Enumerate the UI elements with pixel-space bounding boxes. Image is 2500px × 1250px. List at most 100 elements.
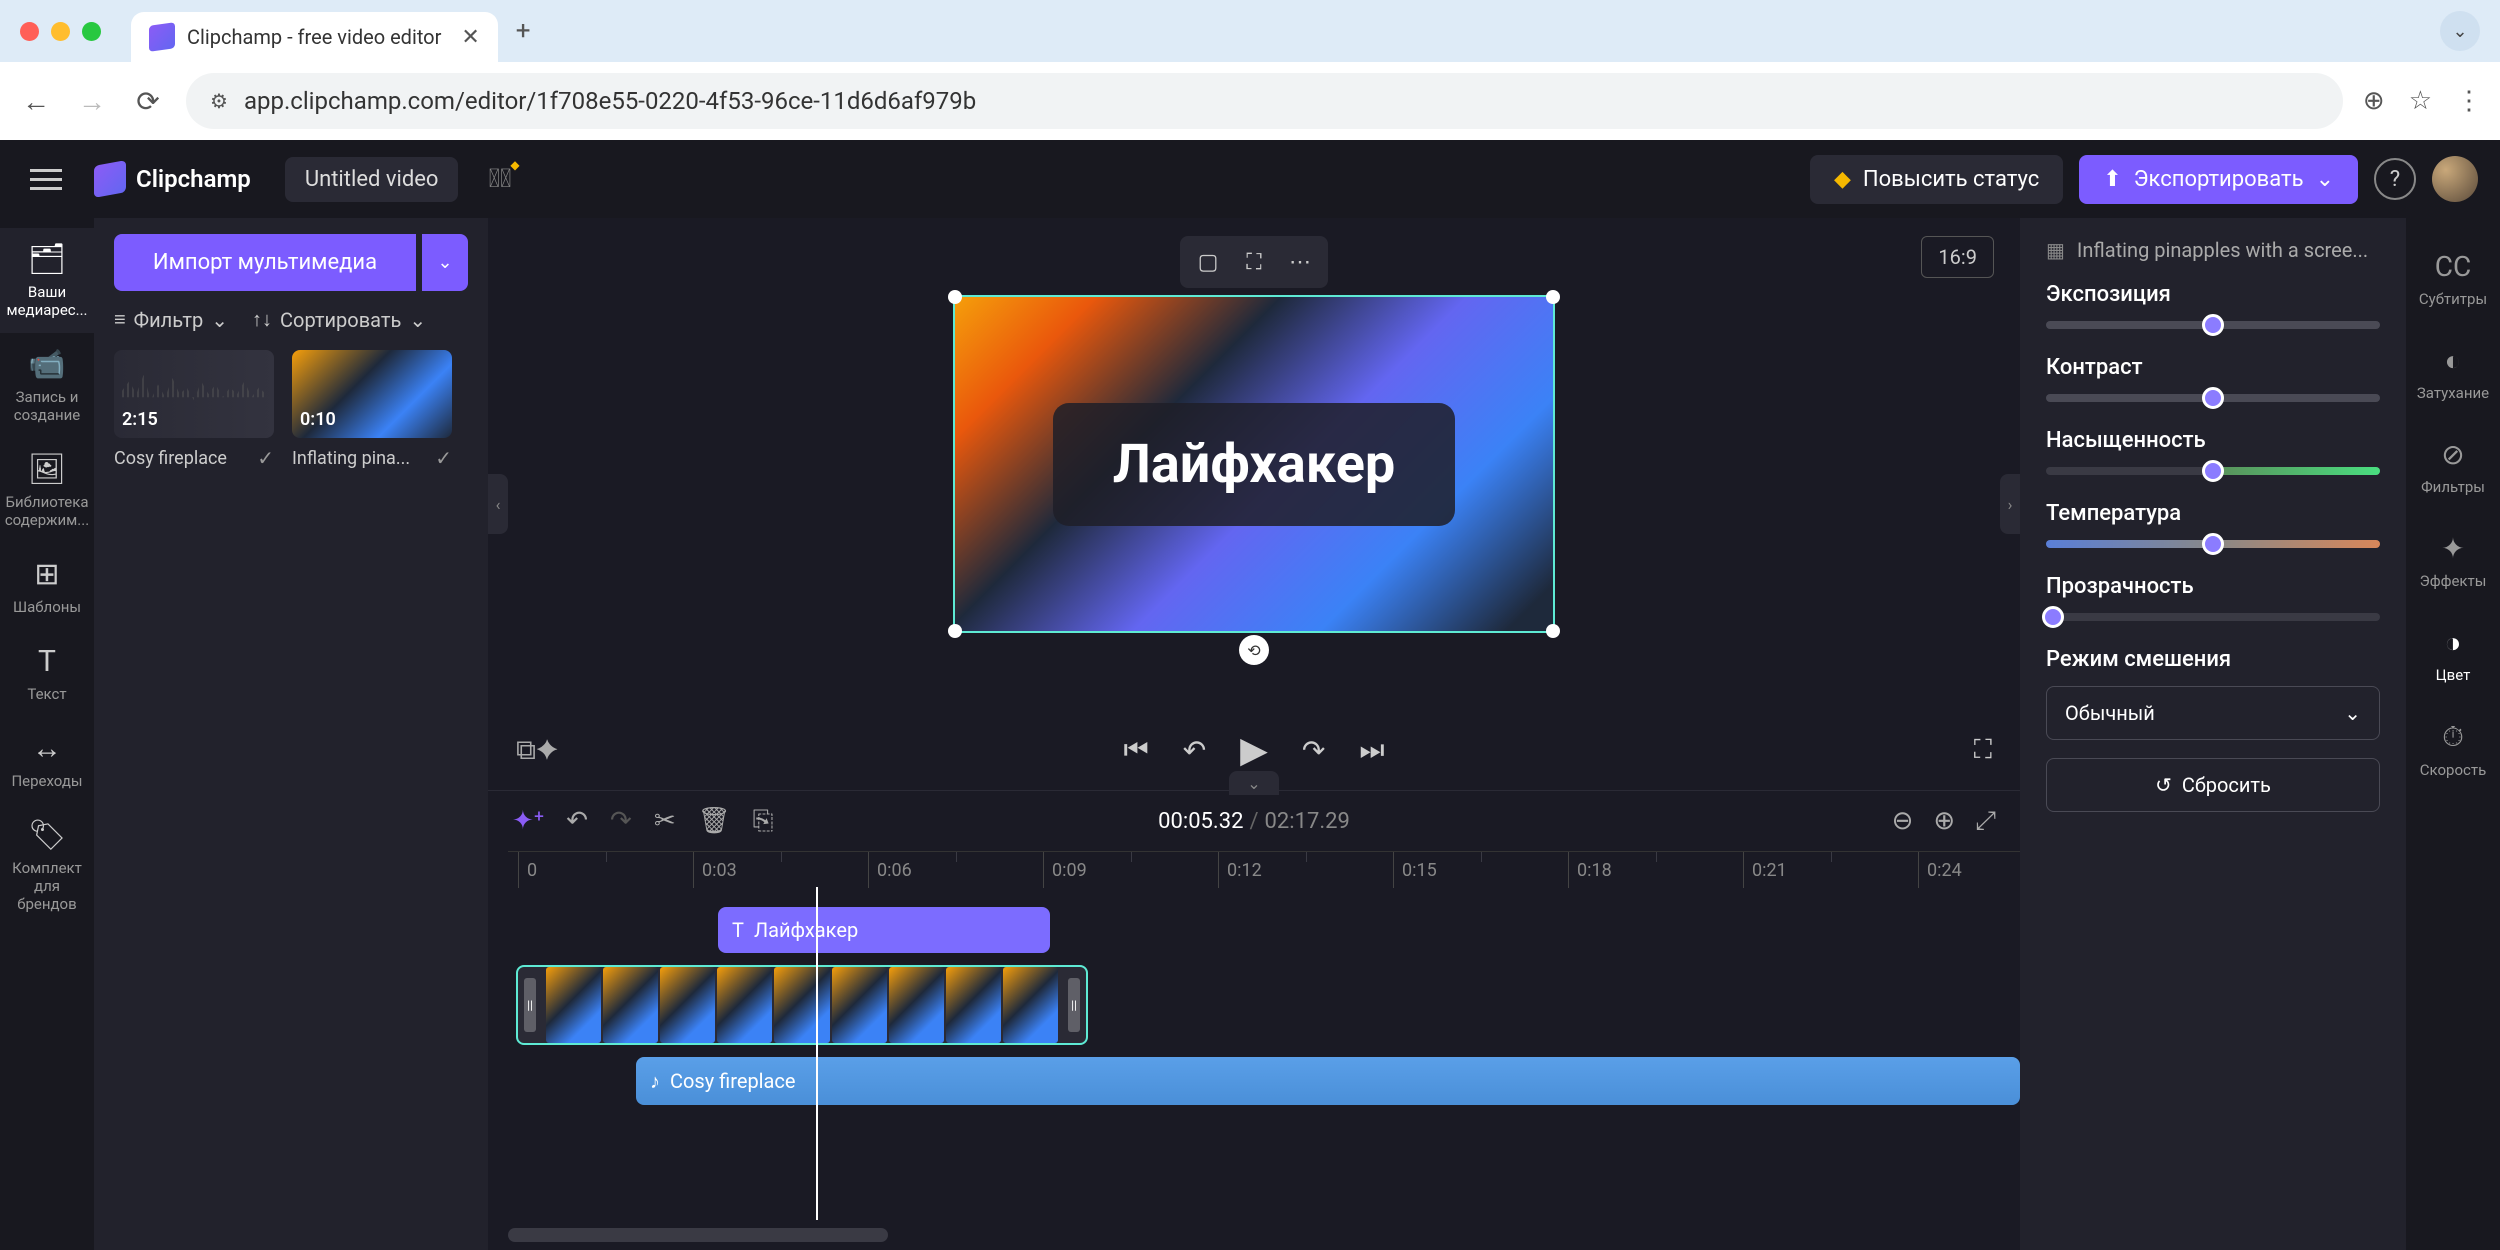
contrast-slider[interactable] xyxy=(2046,394,2380,402)
video-frames xyxy=(546,967,1058,1043)
export-label: Экспортировать xyxy=(2134,167,2304,192)
scrollbar-thumb[interactable] xyxy=(508,1228,888,1242)
browser-tab[interactable]: Clipchamp - free video editor ✕ xyxy=(131,12,498,62)
app-header: Clipchamp Untitled video ☁⃠◆ ◆ Повысить … xyxy=(0,140,2500,218)
rail-color[interactable]: ◑Цвет xyxy=(2406,608,2500,702)
next-frame-button[interactable]: ⏭ xyxy=(1359,733,1384,767)
resize-handle-tl[interactable] xyxy=(948,290,962,304)
sort-button[interactable]: ↑↓Сортировать⌄ xyxy=(252,307,426,332)
rail-templates[interactable]: ⊞Шаблоны xyxy=(0,543,94,630)
rail-effects[interactable]: ✦Эффекты xyxy=(2406,514,2500,608)
rotate-handle[interactable]: ⟲ xyxy=(1239,635,1269,665)
split-button[interactable]: ✂ xyxy=(654,806,676,836)
clip-trim-right[interactable]: || xyxy=(1068,978,1080,1031)
project-name-field[interactable]: Untitled video xyxy=(285,157,459,202)
opacity-slider[interactable] xyxy=(2046,613,2380,621)
resize-handle-tr[interactable] xyxy=(1546,290,1560,304)
ruler-tick: 0:15 xyxy=(1393,852,1437,888)
detach-preview-button[interactable]: ⧉✦ xyxy=(516,733,558,767)
preview-toolbar: ▢ ⛶ ⋯ xyxy=(1180,236,1328,288)
audio-clip[interactable]: ♪ Cosy fireplace xyxy=(636,1057,2020,1105)
more-button[interactable]: ⋯ xyxy=(1278,242,1322,282)
ai-button[interactable]: ✦⁺ xyxy=(512,806,544,836)
media-item[interactable]: 0:10 Inflating pina...✓ xyxy=(292,350,452,470)
browser-menu-icon[interactable]: ⋮ xyxy=(2456,86,2482,116)
import-media-button[interactable]: Импорт мультимедиа xyxy=(114,234,416,291)
tab-close-icon[interactable]: ✕ xyxy=(461,25,479,50)
tab-bar: Clipchamp - free video editor ✕ + ⌄ xyxy=(0,0,2500,62)
rail-subtitles[interactable]: CCСубтитры xyxy=(2406,232,2500,326)
text-overlay[interactable]: Лайфхакер xyxy=(1053,403,1456,526)
url-field[interactable]: ⚙ app.clipchamp.com/editor/1f708e55-0220… xyxy=(186,73,2343,129)
reset-button[interactable]: ↺ Сбросить xyxy=(2046,758,2380,812)
crop-button[interactable]: ▢ xyxy=(1186,242,1230,282)
exposure-slider[interactable] xyxy=(2046,321,2380,329)
rail-library[interactable]: 🖼Библиотека содержим... xyxy=(0,438,94,543)
upgrade-button[interactable]: ◆ Повысить статус xyxy=(1810,155,2063,204)
reload-button[interactable]: ⟳ xyxy=(130,85,166,118)
aspect-ratio-button[interactable]: 16:9 xyxy=(1921,236,1994,278)
app-logo[interactable]: Clipchamp xyxy=(94,163,251,195)
close-window-button[interactable] xyxy=(20,22,39,41)
rail-filters[interactable]: ⊘Фильтры xyxy=(2406,420,2500,514)
user-avatar[interactable] xyxy=(2432,156,2478,202)
rail-record[interactable]: 📹Запись и создание xyxy=(0,333,94,438)
prev-frame-button[interactable]: ⏮ xyxy=(1123,733,1148,767)
import-dropdown-button[interactable]: ⌄ xyxy=(422,234,468,291)
delete-button[interactable]: 🗑 xyxy=(698,806,731,836)
menu-button[interactable] xyxy=(22,155,70,203)
redo-button[interactable]: ↷ xyxy=(610,806,632,836)
rewind-button[interactable]: ↶ xyxy=(1183,734,1206,767)
zoom-fit-button[interactable]: ⤢ xyxy=(1975,806,1996,837)
music-icon: ♪ xyxy=(650,1069,660,1094)
timeline-tracks[interactable]: T Лайфхакер || || ♪ Cosy fireplace xyxy=(508,887,2020,1220)
media-thumb-audio[interactable]: 2:15 xyxy=(114,350,274,438)
bookmark-icon[interactable]: ☆ xyxy=(2409,86,2432,116)
filter-button[interactable]: ≡Фильтр⌄ xyxy=(114,307,228,332)
install-app-icon[interactable]: ⊕ xyxy=(2363,86,2385,116)
video-canvas[interactable]: Лайфхакер ⟲ xyxy=(953,295,1555,633)
playhead[interactable] xyxy=(816,887,818,1220)
forward-button[interactable]: → xyxy=(74,85,110,118)
back-button[interactable]: ← xyxy=(18,85,54,118)
timeline-toggle-button[interactable]: ⌄ xyxy=(1229,771,1279,795)
media-thumb-video[interactable]: 0:10 xyxy=(292,350,452,438)
play-button[interactable]: ▶ xyxy=(1240,729,1268,771)
timeline-scrollbar[interactable] xyxy=(508,1228,2000,1242)
text-clip[interactable]: T Лайфхакер xyxy=(718,907,1050,953)
site-info-icon[interactable]: ⚙ xyxy=(210,89,228,113)
timeline-ruler[interactable]: 00:030:060:090:120:150:180:210:24 xyxy=(508,851,2020,887)
resize-handle-br[interactable] xyxy=(1546,624,1560,638)
rail-speed[interactable]: ⏱Скорость xyxy=(2406,702,2500,797)
tabs-menu-button[interactable]: ⌄ xyxy=(2440,11,2480,51)
rail-brand-kit[interactable]: 🏷Комплект для брендов xyxy=(0,804,94,927)
upgrade-label: Повысить статус xyxy=(1863,167,2039,192)
cloud-sync-icon[interactable]: ☁⃠◆ xyxy=(488,164,511,194)
resize-handle-bl[interactable] xyxy=(948,624,962,638)
zoom-in-button[interactable]: ⊕ xyxy=(1933,806,1955,837)
left-rail: 🗂Ваши медиарес... 📹Запись и создание 🖼Би… xyxy=(0,218,94,1250)
duplicate-button[interactable]: ⎘ xyxy=(753,806,774,837)
rail-your-media[interactable]: 🗂Ваши медиарес... xyxy=(0,228,94,333)
media-item[interactable]: 2:15 Cosy fireplace✓ xyxy=(114,350,274,470)
maximize-window-button[interactable] xyxy=(82,22,101,41)
zoom-out-button[interactable]: ⊖ xyxy=(1892,806,1914,837)
minimize-window-button[interactable] xyxy=(51,22,70,41)
rail-transitions[interactable]: ↔Переходы xyxy=(0,717,94,804)
rail-text[interactable]: TТекст xyxy=(0,630,94,717)
export-button[interactable]: ⬆ Экспортировать ⌄ xyxy=(2079,155,2358,204)
address-actions: ⊕ ☆ ⋮ xyxy=(2363,86,2482,116)
transitions-icon: ↔ xyxy=(4,731,90,766)
clip-trim-left[interactable]: || xyxy=(524,978,536,1031)
saturation-slider[interactable] xyxy=(2046,467,2380,475)
video-clip[interactable]: || || xyxy=(516,965,1088,1045)
fit-button[interactable]: ⛶ xyxy=(1232,242,1276,282)
undo-button[interactable]: ↶ xyxy=(566,806,588,836)
fullscreen-button[interactable]: ⛶ xyxy=(1974,735,1992,766)
temperature-slider[interactable] xyxy=(2046,540,2380,548)
new-tab-button[interactable]: + xyxy=(516,16,531,46)
help-button[interactable]: ? xyxy=(2374,158,2416,200)
forward-button[interactable]: ↷ xyxy=(1302,734,1325,767)
rail-fade[interactable]: ◐Затухание xyxy=(2406,326,2500,420)
blend-mode-select[interactable]: Обычный ⌄ xyxy=(2046,686,2380,740)
